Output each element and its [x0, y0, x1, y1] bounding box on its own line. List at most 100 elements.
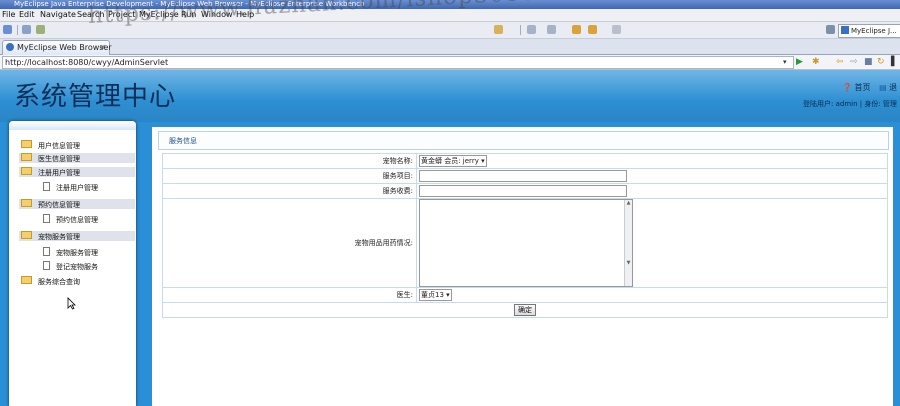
print-icon[interactable] [36, 25, 45, 34]
sidebar-item-pet-services[interactable]: 宠物服务管理 [43, 247, 98, 257]
service-input[interactable] [419, 170, 627, 182]
browser-globe-icon [6, 43, 14, 51]
chevron-down-icon: ▾ [481, 157, 485, 165]
tab-label: MyEclipse Web Browser [17, 43, 112, 52]
next-annotation-icon[interactable] [527, 25, 536, 34]
service-form: 宠物名称: 黄金蟒 会员: jerry ▾ 服务项目: 服务收费: 宠物用品用药… [162, 153, 888, 318]
home-link[interactable]: 首页 [855, 83, 871, 92]
more-icon[interactable]: ▌ [891, 57, 898, 67]
open-type-icon[interactable] [494, 25, 503, 34]
form-row-fee: 服务收费: [162, 183, 888, 199]
open-folder-icon [21, 167, 32, 175]
submit-cell: 确定 [162, 302, 888, 318]
submit-button[interactable]: 确定 [514, 304, 536, 316]
form-row-service: 服务项目: [162, 168, 888, 184]
back-icon[interactable]: ⇦ [836, 57, 844, 67]
fee-label: 服务收费: [162, 183, 417, 199]
sidebar-group-service-query[interactable]: 服务综合查询 [19, 276, 135, 286]
url-input[interactable]: http://localhost:8080/cwyy/AdminServlet [2, 56, 794, 69]
medicine-cell: ▲ ▼ [416, 198, 888, 288]
view-tab-row: MyEclipse Web Browser ✕ [0, 39, 900, 55]
address-bar: http://localhost:8080/cwyy/AdminServlet … [0, 55, 900, 70]
tab-web-browser[interactable]: MyEclipse Web Browser ✕ [2, 40, 112, 55]
url-dropdown-icon[interactable]: ▾ [783, 57, 787, 67]
page-header: 系统管理中心 ❓ 首页 ▤ 退 登陆用户: admin | 身份: 管理 [0, 70, 900, 122]
forward-icon[interactable]: ⇨ [850, 57, 858, 67]
document-icon [43, 247, 50, 256]
section-title: 服务信息 [169, 137, 197, 145]
scroll-up-icon[interactable]: ▲ [627, 200, 631, 206]
form-row-doctor: 医生: 董贞13 ▾ [162, 287, 888, 303]
sidebar-item-label: 登记宠物服务 [56, 263, 98, 271]
close-icon[interactable]: ✕ [99, 41, 106, 55]
help-icon: ❓ [842, 83, 852, 92]
open-folder-icon [21, 199, 32, 207]
doctor-label: 医生: [162, 287, 417, 303]
toolbar-separator [17, 25, 18, 35]
document-icon [43, 182, 50, 191]
document-icon [43, 261, 50, 270]
sidebar-group-pet-services[interactable]: 宠物服务管理 [19, 231, 135, 241]
sidebar-group-doctor-info[interactable]: 医生信息管理 [19, 153, 135, 163]
toolbar-separator [520, 25, 521, 35]
medicine-textarea[interactable]: ▲ ▼ [419, 199, 633, 287]
sidebar-group-label: 用户信息管理 [38, 142, 80, 150]
document-icon [43, 214, 50, 223]
top-links: ❓ 首页 ▤ 退 [842, 82, 897, 93]
sidebar-item-register-pet-service[interactable]: 登记宠物服务 [43, 261, 98, 271]
folder-icon [21, 153, 32, 161]
pet-select-value: 黄金蟒 会员: jerry [421, 157, 479, 165]
sidebar-group-registered-users[interactable]: 注册用户管理 [19, 167, 135, 177]
medicine-label: 宠物用品用药情况: [162, 198, 417, 288]
service-cell [416, 168, 888, 184]
section-header: 服务信息 [158, 131, 889, 150]
sidebar-item-label: 预约信息管理 [56, 216, 98, 224]
open-folder-icon [21, 231, 32, 239]
myeclipse-perspective-icon [841, 26, 849, 34]
service-label: 服务项目: [162, 168, 417, 184]
refresh-icon[interactable]: ↻ [877, 57, 885, 67]
fee-input[interactable] [419, 185, 627, 197]
scroll-down-icon[interactable]: ▼ [627, 260, 631, 266]
pet-label: 宠物名称: [162, 153, 417, 169]
form-row-submit: 确定 [162, 302, 888, 318]
doctor-select[interactable]: 董贞13 ▾ [419, 289, 452, 301]
sidebar-item-registered-users[interactable]: 注册用户管理 [43, 182, 98, 192]
system-title: 系统管理中心 [14, 82, 177, 112]
sidebar-item-appointments[interactable]: 预约信息管理 [43, 214, 98, 224]
menu-edit[interactable]: Edit [19, 9, 35, 21]
pet-select[interactable]: 黄金蟒 会员: jerry ▾ [419, 155, 487, 167]
perspective-label: MyEclipse J... [851, 27, 897, 35]
form-row-medicine: 宠物用品用药情况: ▲ ▼ [162, 198, 888, 288]
perspective-switcher[interactable]: MyEclipse J... [838, 24, 900, 38]
sidebar: 用户信息管理 医生信息管理 注册用户管理 注册用户管理 预约信息管理 预约信息管… [9, 121, 136, 406]
sidebar-group-user-info[interactable]: 用户信息管理 [19, 140, 135, 150]
main-content: 服务信息 宠物名称: 黄金蟒 会员: jerry ▾ 服务项目: 服务收费: 宠… [152, 127, 893, 406]
exit-link[interactable]: 退 [889, 83, 897, 92]
stop-icon[interactable]: ■ [864, 57, 873, 67]
login-user-info: 登陆用户: admin | 身份: 管理 [803, 100, 897, 108]
open-perspective-icon[interactable] [826, 25, 835, 34]
doctor-select-value: 董贞13 [421, 291, 444, 299]
history-icon[interactable] [612, 25, 621, 34]
menu-file[interactable]: File [2, 9, 15, 21]
menu-navigate[interactable]: Navigate [40, 9, 76, 21]
sidebar-group-appointments[interactable]: 预约信息管理 [19, 199, 135, 209]
back-icon[interactable] [572, 25, 581, 34]
form-row-pet: 宠物名称: 黄金蟒 会员: jerry ▾ [162, 153, 888, 169]
forward-icon[interactable] [588, 25, 597, 34]
mouse-cursor-icon [67, 297, 76, 310]
go-icon[interactable]: ▶ [796, 57, 803, 67]
tools-icon[interactable]: ✱ [812, 57, 820, 67]
new-icon[interactable] [3, 25, 12, 34]
sidebar-group-label: 宠物服务管理 [38, 233, 80, 241]
sidebar-group-label: 服务综合查询 [38, 278, 80, 286]
open-folder-icon [21, 276, 32, 284]
prev-annotation-icon[interactable] [547, 25, 556, 34]
folder-icon [21, 140, 32, 148]
textarea-scrollbar[interactable]: ▲ ▼ [624, 200, 632, 286]
save-icon[interactable] [22, 25, 31, 34]
sidebar-item-label: 宠物服务管理 [56, 249, 98, 257]
fee-cell [416, 183, 888, 199]
doctor-cell: 董贞13 ▾ [416, 287, 888, 303]
